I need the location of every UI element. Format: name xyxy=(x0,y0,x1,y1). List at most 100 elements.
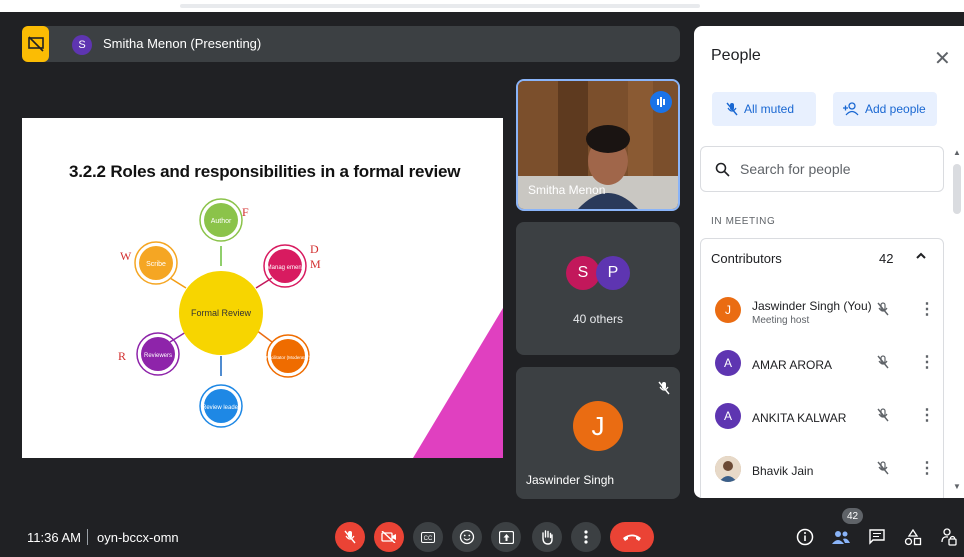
speaking-indicator-icon xyxy=(650,91,672,113)
annotation-m: M xyxy=(310,257,321,271)
avatar xyxy=(715,456,741,482)
present-now-button[interactable] xyxy=(491,522,521,552)
end-call-icon xyxy=(623,534,641,541)
meeting-details-button[interactable] xyxy=(794,526,816,548)
scroll-thumb[interactable] xyxy=(953,164,961,214)
svg-text:CC: CC xyxy=(424,536,433,542)
captions-button[interactable]: CC xyxy=(413,522,443,552)
people-icon xyxy=(832,531,850,544)
mic-off-icon xyxy=(877,460,889,481)
top-strip-bar xyxy=(180,4,700,8)
avatar: A xyxy=(715,350,741,376)
meeting-code: oyn-bccx-omn xyxy=(97,530,179,545)
others-avatar-s: S xyxy=(566,256,600,290)
arrow-scribe xyxy=(169,277,187,289)
mic-toggle-button[interactable] xyxy=(335,522,365,552)
roles-diagram: Formal Review Author Manag ement Facilit… xyxy=(118,198,321,428)
emoji-icon xyxy=(459,529,475,545)
all-muted-button[interactable]: All muted xyxy=(712,92,816,126)
mic-off-icon xyxy=(658,381,670,400)
scrollbar[interactable]: ▲ ▼ xyxy=(952,148,962,494)
close-icon[interactable]: ✕ xyxy=(934,46,951,71)
add-people-label: Add people xyxy=(865,102,926,116)
contributors-count: 42 xyxy=(879,251,894,266)
more-vert-icon xyxy=(584,530,588,544)
browser-top-strip xyxy=(0,0,964,12)
node-review-leader-label: Review leader xyxy=(202,405,240,411)
more-options-icon[interactable]: ⋮ xyxy=(919,299,935,319)
annotation-d: D xyxy=(310,242,319,256)
list-item[interactable]: J Jaswinder Singh (You) Meeting host ⋮ xyxy=(701,287,945,339)
annotation-w: W xyxy=(120,249,132,263)
contributors-section: Contributors 42 J Jaswinder Singh (You) … xyxy=(700,238,944,498)
all-muted-label: All muted xyxy=(744,102,795,116)
center-label: Formal Review xyxy=(191,308,252,318)
arrow-reviewers xyxy=(169,331,187,343)
person-name: AMAR ARORA xyxy=(752,358,833,372)
presenter-label: Smitha Menon (Presenting) xyxy=(103,36,262,51)
clock: 11:36 AM xyxy=(27,530,81,545)
self-name: Jaswinder Singh xyxy=(526,473,615,487)
chat-button[interactable] xyxy=(866,526,888,548)
self-tile[interactable]: J Jaswinder Singh xyxy=(516,367,680,499)
node-reviewers-label: Reviewers xyxy=(144,353,172,359)
host-controls-button[interactable] xyxy=(938,526,960,548)
panel-title: People xyxy=(711,47,761,64)
presenter-avatar: S xyxy=(72,35,92,55)
lock-person-icon xyxy=(941,528,957,546)
node-management-label: Manag ement xyxy=(267,265,304,271)
list-item[interactable]: A ANKITA KALWAR ⋮ xyxy=(701,393,945,445)
avatar: J xyxy=(715,297,741,323)
add-people-button[interactable]: Add people xyxy=(833,92,937,126)
person-name: Bhavik Jain xyxy=(752,464,814,478)
divider xyxy=(87,529,88,545)
annotation-f: F xyxy=(242,205,249,219)
node-scribe-label: Scribe xyxy=(146,261,166,268)
more-options-button[interactable] xyxy=(571,522,601,552)
more-options-icon[interactable]: ⋮ xyxy=(919,458,935,478)
scroll-down-icon[interactable]: ▼ xyxy=(953,482,961,491)
leave-call-button[interactable] xyxy=(610,522,654,552)
people-button[interactable] xyxy=(830,526,852,548)
list-item[interactable]: Bhavik Jain ⋮ xyxy=(701,446,945,498)
chat-icon xyxy=(869,529,885,545)
others-avatar-p: P xyxy=(596,256,630,290)
present-screen-icon xyxy=(498,530,514,544)
reactions-button[interactable] xyxy=(452,522,482,552)
list-item[interactable]: A AMAR ARORA ⋮ xyxy=(701,340,945,392)
search-placeholder: Search for people xyxy=(740,161,851,177)
scroll-up-icon[interactable]: ▲ xyxy=(953,148,961,157)
hand-icon xyxy=(542,530,553,545)
participants-badge: 42 xyxy=(842,508,864,524)
add-person-icon xyxy=(843,102,859,116)
camera-toggle-button[interactable] xyxy=(374,522,404,552)
mic-off-icon xyxy=(877,354,889,375)
more-options-icon[interactable]: ⋮ xyxy=(919,405,935,425)
others-tile[interactable]: S P 40 others xyxy=(516,222,680,355)
chevron-up-icon[interactable] xyxy=(915,249,927,265)
raise-hand-button[interactable] xyxy=(532,522,562,552)
person-role: Meeting host xyxy=(752,315,810,326)
more-options-icon[interactable]: ⋮ xyxy=(919,352,935,372)
mic-off-icon xyxy=(344,530,356,544)
node-author-label: Author xyxy=(211,218,232,225)
speaker-name: Smitha Menon xyxy=(528,183,606,197)
contributors-label: Contributors xyxy=(711,251,782,266)
speaker-video-tile[interactable]: Smitha Menon xyxy=(516,79,680,211)
info-icon xyxy=(796,528,814,546)
person-name: Jaswinder Singh (You) xyxy=(752,299,872,313)
search-field[interactable]: Search for people xyxy=(700,146,944,192)
self-avatar: J xyxy=(573,401,623,451)
mic-off-icon xyxy=(726,102,738,116)
mic-off-icon xyxy=(877,301,889,322)
annotation-r: R xyxy=(118,349,126,363)
people-panel: People ✕ All muted Add people Search for… xyxy=(694,26,964,498)
activities-button[interactable] xyxy=(902,526,924,548)
activities-icon xyxy=(904,528,922,545)
person-name: ANKITA KALWAR xyxy=(752,411,847,425)
shared-slide: 3.2.2 Roles and responsibilities in a fo… xyxy=(22,118,503,458)
mic-off-icon xyxy=(877,407,889,428)
camera-off-icon xyxy=(381,531,396,543)
node-facilitator-label: Facilitator (Moderator) xyxy=(266,355,311,360)
presentation-icon[interactable] xyxy=(22,26,49,62)
